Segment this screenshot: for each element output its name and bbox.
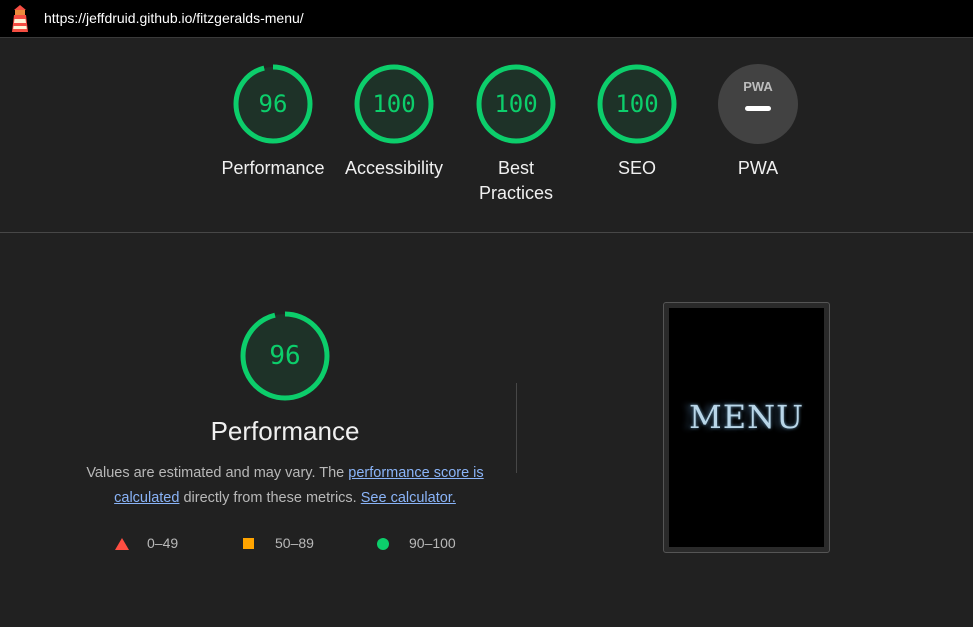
gauge-accessibility[interactable]: 100 Accessibility bbox=[339, 64, 449, 181]
screenshot-menu-text: MENU bbox=[688, 398, 805, 436]
legend-pass-label: 90–100 bbox=[409, 535, 456, 551]
final-screenshot[interactable]: MENU bbox=[663, 302, 830, 553]
gauge-score: 100 bbox=[372, 90, 416, 118]
gauge-score: 96 bbox=[258, 90, 288, 118]
circle-icon bbox=[377, 538, 389, 550]
performance-score: 96 bbox=[269, 341, 301, 371]
legend-average-label: 50–89 bbox=[275, 535, 314, 551]
triangle-icon bbox=[115, 538, 129, 550]
gauge-label: SEO bbox=[617, 158, 656, 178]
performance-summary: 96 Performance Values are estimated and … bbox=[80, 310, 490, 511]
performance-gauge: 96 bbox=[239, 310, 331, 402]
pwa-badge-text: PWA bbox=[743, 79, 773, 94]
gauge-score: 100 bbox=[615, 90, 659, 118]
gauge-performance[interactable]: 96 Performance bbox=[218, 64, 328, 181]
top-bar: https://jeffdruid.github.io/fitzgeralds-… bbox=[0, 0, 973, 38]
section-divider bbox=[0, 232, 973, 233]
score-legend: 0–49 50–89 90–100 bbox=[115, 535, 495, 555]
desc-text: directly from these metrics. bbox=[179, 490, 361, 506]
screenshot-frame: MENU bbox=[669, 308, 824, 547]
gauge-label: Accessibility bbox=[344, 158, 444, 178]
gauge-best-practices[interactable]: 100 Best Practices bbox=[461, 64, 571, 206]
gauge-pwa[interactable]: PWA PWA bbox=[703, 64, 813, 181]
gauge-label: PWA bbox=[737, 158, 779, 178]
performance-title: Performance bbox=[210, 416, 360, 446]
vertical-divider bbox=[516, 383, 517, 473]
desc-text: Values are estimated and may vary. The bbox=[86, 465, 349, 481]
gauge-seo[interactable]: 100 SEO bbox=[582, 64, 692, 181]
gauge-label: Best Practices bbox=[478, 158, 554, 203]
page-url-link[interactable]: https://jeffdruid.github.io/fitzgeralds-… bbox=[44, 10, 304, 26]
pwa-icon: PWA bbox=[718, 64, 798, 144]
square-icon bbox=[243, 538, 254, 549]
performance-description: Values are estimated and may vary. The p… bbox=[80, 461, 490, 511]
see-calculator-link[interactable]: See calculator. bbox=[361, 490, 456, 506]
gauge-label: Performance bbox=[221, 158, 325, 178]
lighthouse-icon bbox=[12, 5, 28, 32]
category-gauges: 96 Performance 100 Accessibility 100 Bes… bbox=[0, 64, 973, 214]
gauge-score: 100 bbox=[494, 90, 538, 118]
legend-fail-label: 0–49 bbox=[147, 535, 179, 551]
